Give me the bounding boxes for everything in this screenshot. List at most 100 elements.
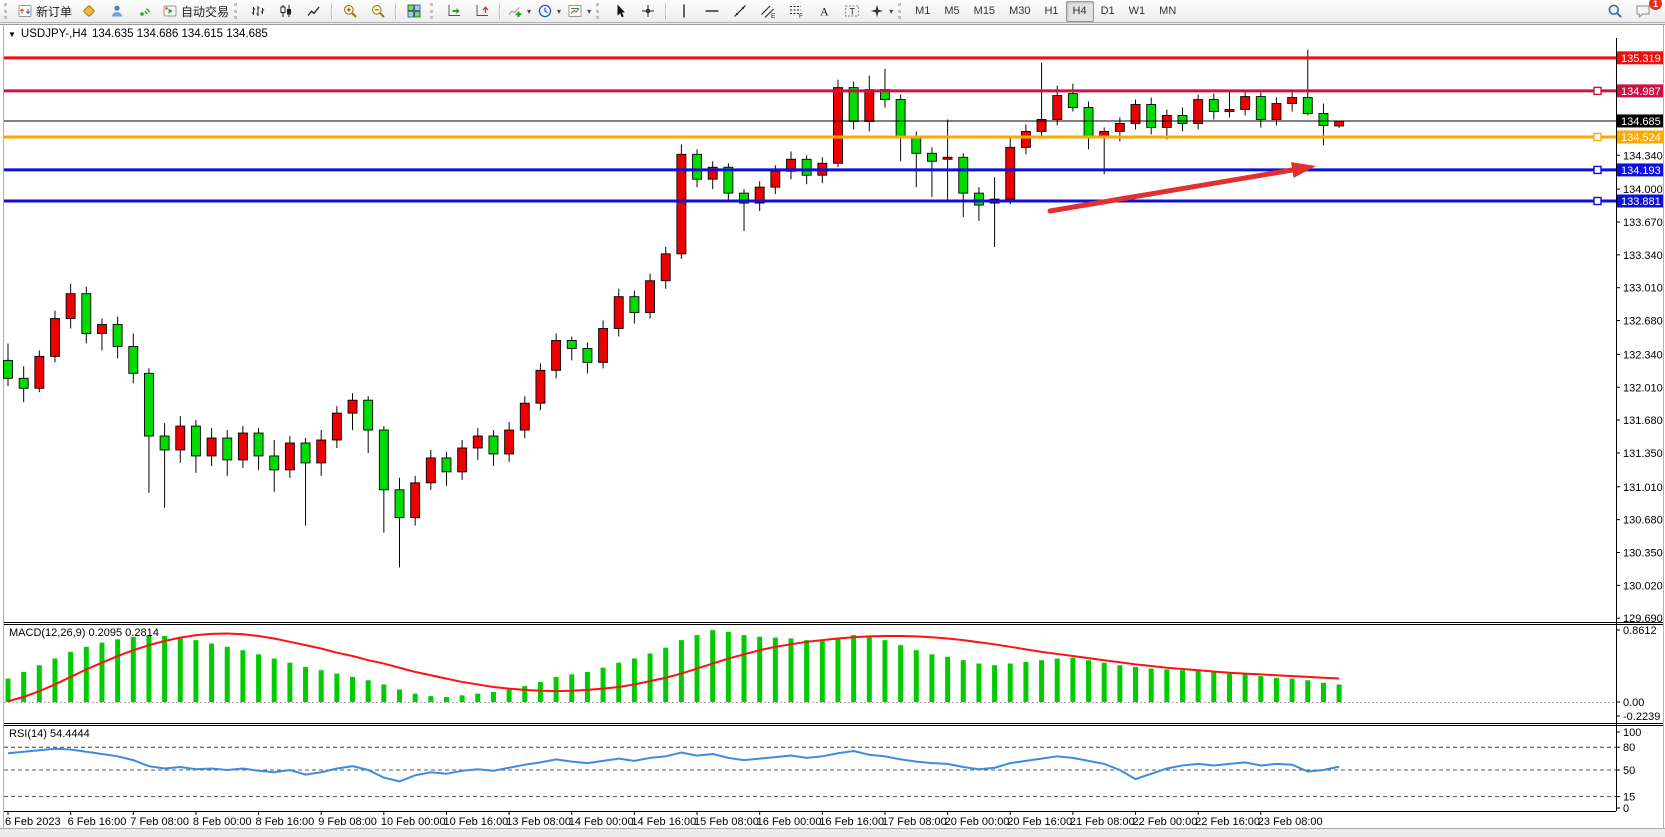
date-label: 14 Feb 16:00 [631,816,696,828]
timeframe-m15-button[interactable]: M15 [967,1,1002,22]
linechart-icon [306,3,322,19]
price-label-text: 135.319 [1621,53,1661,65]
zoom-out-button[interactable] [364,0,392,22]
chevron-down-icon[interactable]: ▼ [8,30,16,39]
toolbar-grip[interactable] [4,3,10,19]
horizontal-line-button[interactable] [698,0,726,22]
timeframe-h4-button[interactable]: H4 [1066,1,1094,22]
timeframe-m1-button[interactable]: M1 [908,1,937,22]
hline-handle-134.524[interactable] [1594,133,1601,140]
svg-text:0.00: 0.00 [1623,697,1644,709]
profile-button[interactable] [103,0,131,22]
timeframe-mn-button[interactable]: MN [1152,1,1183,22]
auto-trading-button[interactable]: 自动交易 [159,0,232,22]
search-button[interactable] [1601,0,1629,22]
price-label-text: 133.881 [1621,196,1661,208]
cursor-button[interactable] [606,0,634,22]
toolbar-grip[interactable] [430,3,436,19]
hline-handle-134.987[interactable] [1594,87,1601,94]
date-label: 17 Feb 08:00 [882,816,947,828]
svg-text:131.010: 131.010 [1623,482,1663,494]
svg-text:132.680: 132.680 [1623,316,1663,328]
text-button[interactable]: A [810,0,838,22]
timeframe-d1-button[interactable]: D1 [1094,1,1122,22]
svg-text:133.670: 133.670 [1623,217,1663,229]
fibonacci-button[interactable]: F [782,0,810,22]
new-order-button[interactable]: 新订单 [14,0,75,22]
svg-text:134.000: 134.000 [1623,184,1663,196]
tile-windows-button[interactable] [400,0,428,22]
indicators-button[interactable]: ▾ [504,0,534,22]
svg-text:15: 15 [1623,792,1635,804]
chart-symbol-period: USDJPY-,H4 [21,28,87,40]
svg-text:132.340: 132.340 [1623,349,1663,361]
autotrade-icon [162,3,178,19]
bars-icon [250,3,266,19]
template-icon [567,3,583,19]
chart-quote-ohlc: 134.635 134.686 134.615 134.685 [92,28,268,40]
metaquotes-button[interactable] [75,0,103,22]
toolbar-separator [499,3,501,20]
signals-button[interactable] [131,0,159,22]
chart-candles-button[interactable] [272,0,300,22]
date-label: 20 Feb 00:00 [945,816,1010,828]
toolbar-grip[interactable] [234,3,240,19]
profile-icon [109,3,125,19]
notification-badge: 1 [1649,0,1662,10]
text-label-button[interactable]: T [838,0,866,22]
crosshair-button[interactable] [634,0,662,22]
price-label-text: 134.524 [1621,132,1661,144]
date-label: 20 Feb 16:00 [1007,816,1072,828]
vertical-line-button[interactable] [670,0,698,22]
chart-window-bg [0,24,1665,828]
timeframe-w1-button[interactable]: W1 [1122,1,1153,22]
chart-line-button[interactable] [300,0,328,22]
price-label-text: 134.987 [1621,86,1661,98]
date-label: 6 Feb 2023 [5,816,61,828]
date-label: 15 Feb 08:00 [694,816,759,828]
arrows-button[interactable]: ▾ [866,0,896,22]
periods-button[interactable]: ▾ [534,0,564,22]
dropdown-caret-icon: ▾ [889,7,893,16]
templates-button[interactable]: ▾ [564,0,594,22]
timeframe-m5-button[interactable]: M5 [937,1,966,22]
price-axis: 134.340134.000133.670133.340133.010132.6… [1616,150,1663,625]
svg-text:130.350: 130.350 [1623,548,1663,560]
auto-scroll-button[interactable] [440,0,468,22]
hline-handle-133.881[interactable] [1594,197,1601,204]
date-label: 7 Feb 08:00 [130,816,189,828]
toolbar-grip[interactable] [898,3,904,19]
date-label: 16 Feb 00:00 [757,816,822,828]
zoom-in-button[interactable] [336,0,364,22]
cursor-icon [612,3,628,19]
date-label: 22 Feb 16:00 [1195,816,1260,828]
svg-text:130.020: 130.020 [1623,580,1663,592]
chart-canvas[interactable]: 134.340134.000133.670133.340133.010132.6… [0,0,1665,837]
date-label: 10 Feb 16:00 [443,816,508,828]
fibo-icon: F [788,3,804,19]
date-label: 23 Feb 08:00 [1258,816,1323,828]
indicators-icon [507,3,523,19]
rsi-label: RSI(14) 54.4444 [9,728,90,740]
svg-text:132.010: 132.010 [1623,382,1663,394]
hline-handle-134.193[interactable] [1594,166,1601,173]
timeframe-h1-button[interactable]: H1 [1037,1,1065,22]
trendline-button[interactable] [726,0,754,22]
zoom-in-icon [342,3,358,19]
price-label-text: 134.685 [1621,116,1661,128]
autoscroll-icon [446,3,462,19]
vline-icon [676,3,692,19]
svg-text:134.340: 134.340 [1623,150,1663,162]
clock-icon [537,3,553,19]
date-label: 14 Feb 00:00 [569,816,634,828]
toolbar-grip[interactable] [596,3,602,19]
timeframe-m30-button[interactable]: M30 [1002,1,1037,22]
svg-text:0: 0 [1623,803,1629,815]
chart-shift-button[interactable] [468,0,496,22]
date-label: 9 Feb 08:00 [318,816,377,828]
chart-bars-button[interactable] [244,0,272,22]
notifications-button[interactable]: 1 [1629,0,1657,22]
svg-text:129.690: 129.690 [1623,613,1663,625]
equidistant-channel-button[interactable]: E [754,0,782,22]
trendline-icon [732,3,748,19]
